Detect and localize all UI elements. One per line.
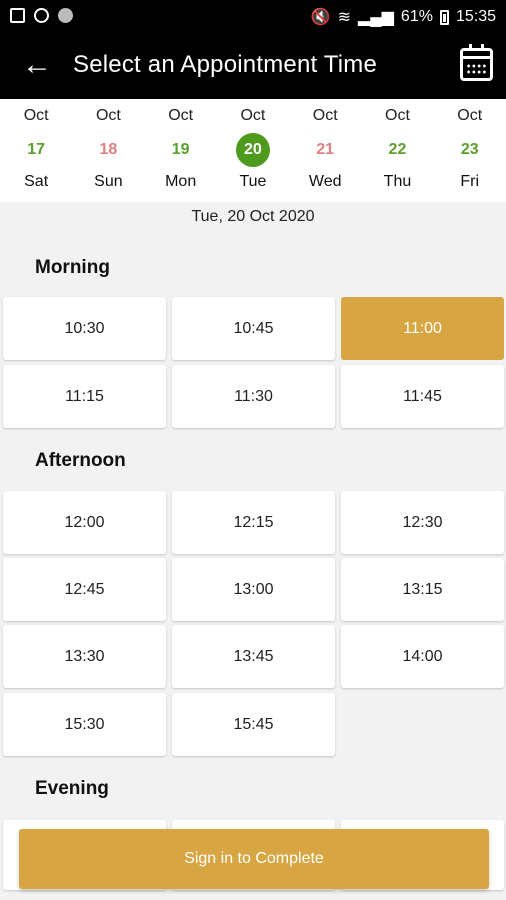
date-strip: Oct 17 Sat Oct 18 Sun Oct 19 Mon Oct 20 … (0, 99, 506, 202)
date-weekday: Sun (94, 173, 123, 190)
notification-icons (10, 8, 73, 23)
date-item-1[interactable]: Oct 18 Sun (72, 99, 144, 202)
date-item-4[interactable]: Oct 21 Wed (289, 99, 361, 202)
selected-date-number: 20 (235, 133, 270, 167)
app-notification-icon (58, 8, 73, 23)
date-item-0[interactable]: Oct 17 Sat (0, 99, 72, 202)
battery-percent: 61% (400, 8, 433, 25)
status-bar: 🔇 ≋ ▂▄▆ 61% 15:35 (0, 0, 506, 34)
date-weekday: Mon (165, 173, 197, 190)
time-slot-1330[interactable]: 13:30 (3, 625, 166, 688)
time-slot-1230[interactable]: 12:30 (341, 491, 504, 554)
page-title: Select an Appointment Time (73, 51, 378, 78)
clock: 15:35 (455, 8, 496, 25)
time-slot-1145[interactable]: 11:45 (341, 365, 504, 428)
date-weekday: Tue (239, 173, 267, 190)
back-arrow-icon[interactable]: ← (20, 47, 54, 83)
date-item-6[interactable]: Oct 23 Fri (434, 99, 506, 202)
time-slot-1245[interactable]: 12:45 (3, 558, 166, 621)
time-slot-1315[interactable]: 13:15 (341, 558, 504, 621)
section-morning-heading: Morning (35, 257, 110, 278)
app-bar: ← Select an Appointment Time (0, 34, 506, 99)
time-slot-1300[interactable]: 13:00 (172, 558, 335, 621)
time-slot-1530[interactable]: 15:30 (3, 693, 166, 756)
time-slot-1030[interactable]: 10:30 (3, 297, 166, 360)
date-number: 21 (316, 141, 335, 158)
signal-icon: ▂▄▆ (357, 9, 394, 26)
date-weekday: Fri (460, 173, 480, 190)
date-number: 22 (388, 141, 407, 158)
date-weekday: Sat (24, 173, 49, 190)
date-number: 18 (99, 141, 118, 158)
date-month: Oct (95, 107, 121, 124)
time-slot-1545[interactable]: 15:45 (172, 693, 335, 756)
time-slot-1345[interactable]: 13:45 (172, 625, 335, 688)
date-month: Oct (385, 107, 410, 124)
time-slot-1100-selected[interactable]: 11:00 (341, 297, 504, 360)
date-weekday: Thu (383, 173, 412, 190)
time-slot-1200[interactable]: 12:00 (3, 491, 166, 554)
date-item-5[interactable]: Oct 22 Thu (361, 99, 433, 202)
date-number: 23 (460, 141, 479, 158)
sync-icon (34, 8, 49, 23)
section-afternoon-heading: Afternoon (35, 450, 126, 471)
date-month: Oct (312, 107, 338, 124)
gallery-icon (10, 8, 25, 23)
calendar-icon[interactable] (460, 44, 493, 81)
time-slot-1045[interactable]: 10:45 (172, 297, 335, 360)
date-month: Oct (457, 107, 483, 124)
date-item-2[interactable]: Oct 19 Mon (145, 99, 217, 202)
sign-in-to-complete-button[interactable]: Sign in to Complete (19, 829, 489, 889)
time-slot-1130[interactable]: 11:30 (172, 365, 335, 428)
date-month: Oct (168, 107, 194, 124)
date-weekday: Wed (308, 173, 342, 190)
date-number: 19 (171, 141, 190, 158)
date-item-3[interactable]: Oct 20 Tue (217, 99, 289, 202)
time-slot-1115[interactable]: 11:15 (3, 365, 166, 428)
date-month: Oct (23, 107, 49, 124)
section-evening-heading: Evening (35, 778, 109, 799)
time-slot-1215[interactable]: 12:15 (172, 491, 335, 554)
wifi-icon: ≋ (337, 9, 351, 26)
time-slot-1400[interactable]: 14:00 (341, 625, 504, 688)
mute-icon: 🔇 (310, 9, 331, 26)
date-month: Oct (240, 107, 266, 124)
battery-icon (439, 9, 449, 25)
date-number: 17 (27, 141, 46, 158)
selected-date-label: Tue, 20 Oct 2020 (191, 208, 315, 225)
